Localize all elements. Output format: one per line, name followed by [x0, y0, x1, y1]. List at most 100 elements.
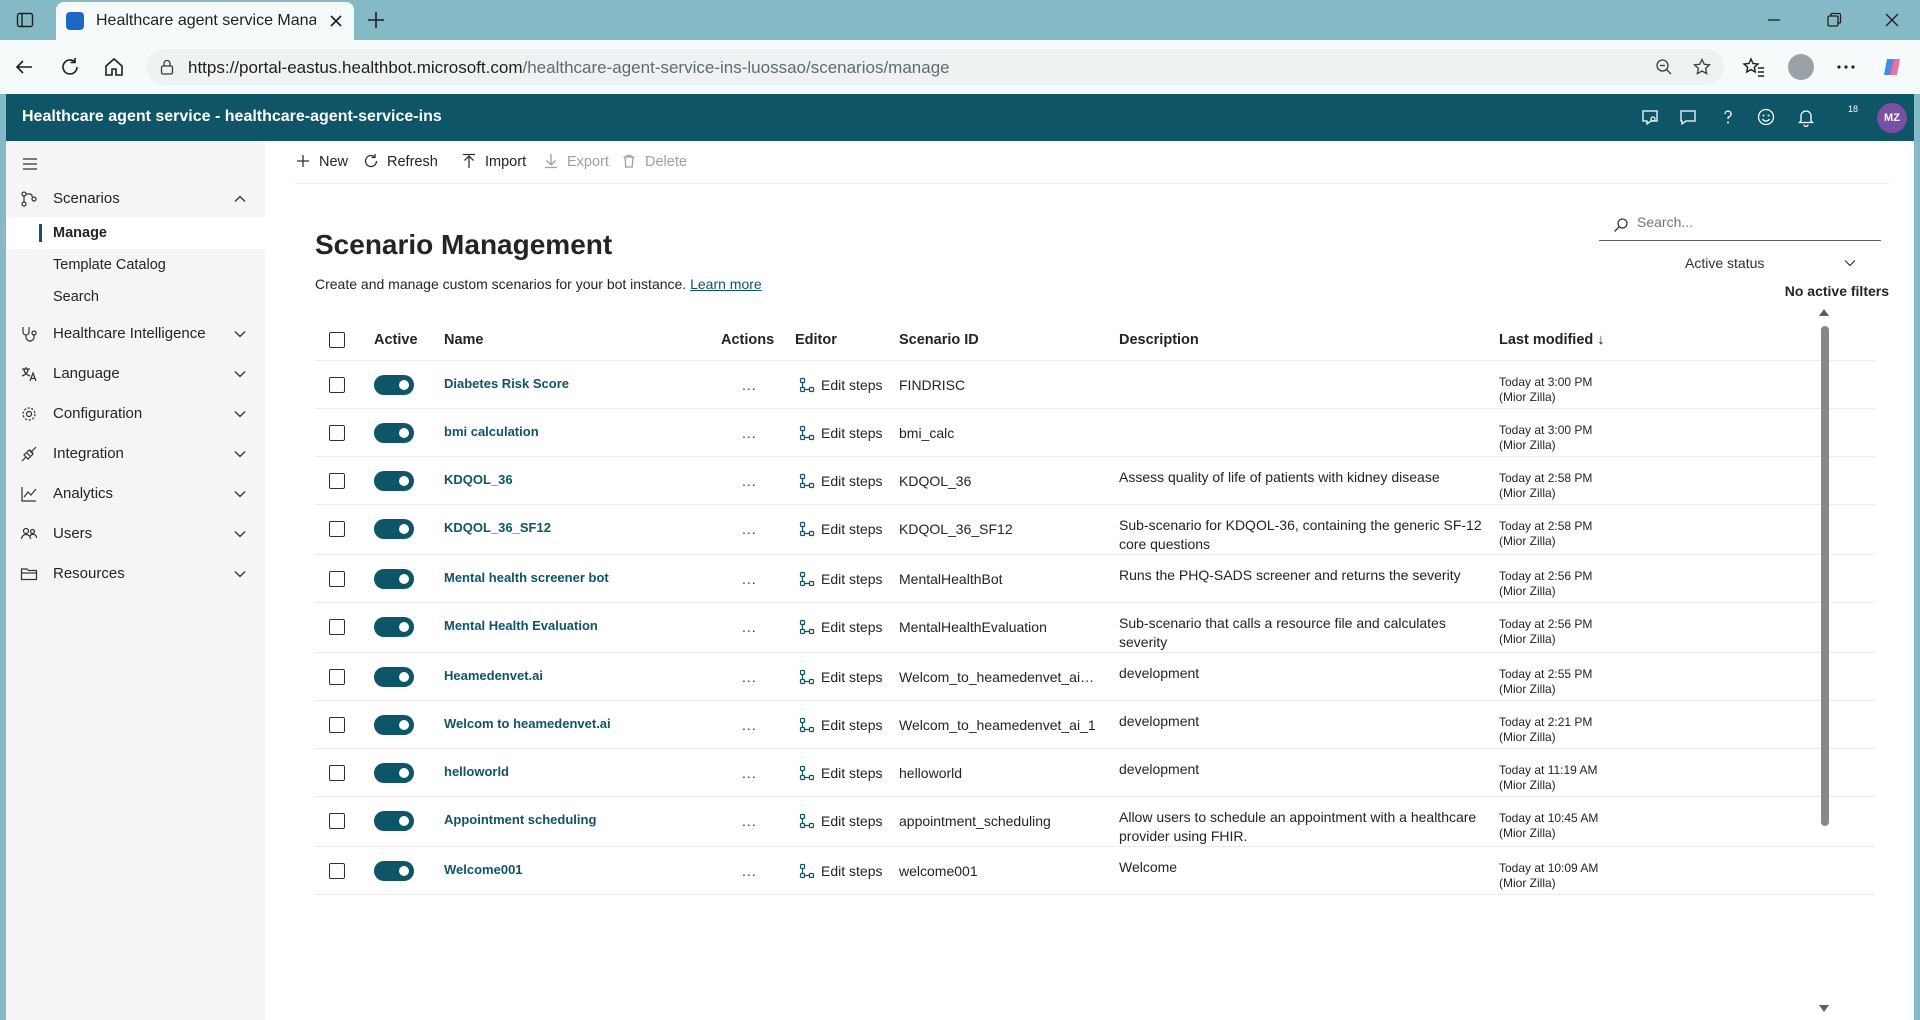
sidebar-subitem-template-catalog[interactable]: Template Catalog [6, 249, 265, 281]
row-checkbox[interactable] [329, 717, 345, 733]
chevron-down-icon[interactable] [232, 366, 248, 382]
active-toggle[interactable] [374, 423, 414, 443]
active-toggle[interactable] [374, 811, 414, 831]
column-header-last-modified[interactable]: Last modified ↓ [1499, 332, 1605, 348]
scroll-up-arrow-icon[interactable] [1817, 306, 1831, 318]
active-toggle[interactable] [374, 715, 414, 735]
chat-settings-icon[interactable] [1640, 107, 1660, 127]
active-toggle[interactable] [374, 861, 414, 881]
scroll-down-arrow-icon[interactable] [1817, 1003, 1831, 1015]
row-checkbox[interactable] [329, 813, 345, 829]
column-header-active[interactable]: Active [374, 332, 418, 348]
sidebar-item-users[interactable]: Users [6, 516, 265, 552]
row-checkbox[interactable] [329, 473, 345, 489]
edit-steps-button[interactable]: Edit steps [799, 669, 889, 687]
more-options-icon[interactable] [1834, 55, 1858, 79]
table-row[interactable]: Appointment scheduling... Edit steps appoi… [315, 797, 1875, 847]
row-actions-button[interactable]: ... [742, 377, 757, 393]
table-row[interactable]: Welcome001... Edit steps welcome001 Welcome… [315, 847, 1875, 895]
active-toggle[interactable] [374, 519, 414, 539]
search-input[interactable] [1637, 214, 1867, 230]
scenario-name-link[interactable]: KDQOL_36_SF12 [444, 520, 551, 535]
chevron-down-icon[interactable] [232, 526, 248, 542]
browser-tab[interactable]: Healthcare agent service Manage [56, 2, 354, 40]
scrollbar-thumb[interactable] [1821, 326, 1829, 826]
edit-steps-button[interactable]: Edit steps [799, 619, 889, 637]
chevron-down-icon[interactable] [232, 446, 248, 462]
chevron-down-icon[interactable] [232, 566, 248, 582]
user-avatar[interactable]: MZ [1877, 103, 1907, 133]
table-row[interactable]: bmi calculation... Edit steps bmi_calc Toda… [315, 409, 1875, 457]
edit-steps-button[interactable]: Edit steps [799, 473, 889, 491]
browser-profile-avatar[interactable] [1788, 54, 1814, 80]
sidebar-item-resources[interactable]: Resources [6, 556, 265, 592]
table-row[interactable]: Welcom to heamedenvet.ai... Edit steps Wel… [315, 701, 1875, 749]
sidebar-item-configuration[interactable]: Configuration [6, 396, 265, 432]
row-checkbox[interactable] [329, 765, 345, 781]
edit-steps-button[interactable]: Edit steps [799, 571, 889, 589]
hamburger-menu-icon[interactable] [20, 154, 40, 174]
restore-icon[interactable] [1824, 10, 1844, 30]
edit-steps-button[interactable]: Edit steps [799, 765, 889, 783]
chevron-down-icon[interactable] [232, 406, 248, 422]
row-actions-button[interactable]: ... [742, 813, 757, 829]
row-actions-button[interactable]: ... [742, 863, 757, 879]
copilot-icon[interactable] [1880, 55, 1904, 79]
sidebar-subitem-manage[interactable]: Manage [6, 217, 265, 249]
table-row[interactable]: Mental health screener bot... Edit steps M… [315, 555, 1875, 603]
active-toggle[interactable] [374, 569, 414, 589]
favorites-icon[interactable] [1742, 55, 1766, 79]
select-all-checkbox[interactable] [329, 332, 345, 348]
smiley-feedback-icon[interactable] [1756, 107, 1776, 127]
row-actions-button[interactable]: ... [742, 717, 757, 733]
row-actions-button[interactable]: ... [742, 619, 757, 635]
scenario-name-link[interactable]: Welcome001 [444, 862, 523, 877]
table-row[interactable]: KDQOL_36... Edit steps KDQOL_36 Assess qual… [315, 457, 1875, 505]
edit-steps-button[interactable]: Edit steps [799, 863, 889, 881]
row-actions-button[interactable]: ... [742, 765, 757, 781]
column-header-actions[interactable]: Actions [721, 332, 774, 348]
notifications-bell-icon[interactable] [1796, 107, 1816, 127]
close-window-icon[interactable] [1882, 10, 1902, 30]
sidebar-item-healthcare-intelligence[interactable]: Healthcare Intelligence [6, 316, 265, 352]
active-toggle[interactable] [374, 471, 414, 491]
column-header-editor[interactable]: Editor [795, 332, 837, 348]
lock-icon[interactable] [158, 58, 176, 76]
row-checkbox[interactable] [329, 377, 345, 393]
active-toggle[interactable] [374, 763, 414, 783]
active-toggle[interactable] [374, 617, 414, 637]
url-field[interactable]: https://portal-eastus.healthbot.microsof… [146, 49, 1724, 85]
column-header-scenario-id[interactable]: Scenario ID [899, 332, 979, 348]
scenario-name-link[interactable]: Mental Health Evaluation [444, 618, 598, 633]
table-row[interactable]: Mental Health Evaluation... Edit steps Men… [315, 603, 1875, 653]
row-checkbox[interactable] [329, 521, 345, 537]
table-row[interactable]: Diabetes Risk Score... Edit steps FINDRISC… [315, 361, 1875, 409]
sidebar-item-language[interactable]: Language [6, 356, 265, 392]
tab-actions-icon[interactable] [16, 11, 34, 29]
new-tab-icon[interactable] [364, 8, 388, 32]
scenario-name-link[interactable]: Diabetes Risk Score [444, 376, 569, 391]
edit-steps-button[interactable]: Edit steps [799, 813, 889, 831]
scenario-name-link[interactable]: bmi calculation [444, 424, 539, 439]
table-row[interactable]: Heamedenvet.ai... Edit steps Welcom_to_hea… [315, 653, 1875, 701]
edit-steps-button[interactable]: Edit steps [799, 425, 889, 443]
scenario-name-link[interactable]: helloworld [444, 764, 509, 779]
row-checkbox[interactable] [329, 425, 345, 441]
learn-more-link[interactable]: Learn more [690, 276, 762, 292]
reload-icon[interactable] [58, 55, 82, 79]
scenario-name-link[interactable]: KDQOL_36 [444, 472, 513, 487]
search-box[interactable] [1599, 207, 1881, 241]
chevron-down-icon[interactable] [232, 486, 248, 502]
row-checkbox[interactable] [329, 863, 345, 879]
edit-steps-button[interactable]: Edit steps [799, 521, 889, 539]
close-tab-icon[interactable] [326, 11, 346, 31]
sidebar-item-integration[interactable]: Integration [6, 436, 265, 472]
favorite-star-icon[interactable] [1692, 57, 1712, 77]
row-actions-button[interactable]: ... [742, 571, 757, 587]
row-actions-button[interactable]: ... [742, 521, 757, 537]
minimize-icon[interactable] [1764, 10, 1784, 30]
table-row[interactable]: helloworld... Edit steps helloworld develop… [315, 749, 1875, 797]
active-status-dropdown[interactable]: Active status [1685, 251, 1865, 275]
home-icon[interactable] [102, 55, 126, 79]
sidebar-subitem-search[interactable]: Search [6, 281, 265, 313]
